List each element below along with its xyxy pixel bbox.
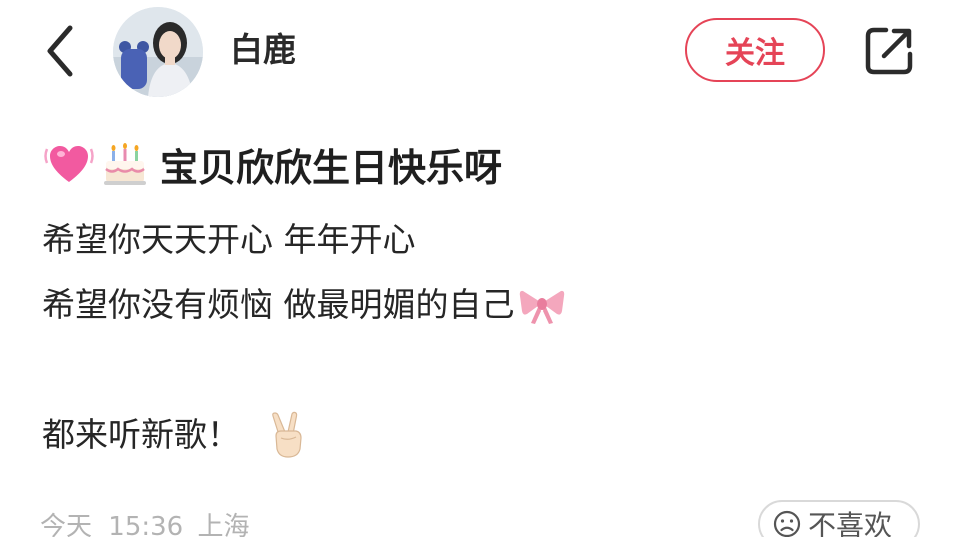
- post-date: 今天: [40, 512, 93, 537]
- post-location: 上海: [197, 512, 250, 537]
- post-body-line: 都来听新歌！: [42, 411, 312, 459]
- dislike-button[interactable]: 不喜欢: [758, 500, 920, 537]
- post-body-line: 希望你没有烦恼 做最明媚的自己: [42, 283, 567, 327]
- author-name[interactable]: 白鹿: [230, 28, 296, 72]
- post-page: 白鹿 关注 宝贝欣欣生日快乐呀 希望你天天开心 年年开心 希望你没有烦恼 做最明…: [0, 0, 960, 537]
- ribbon-icon: [517, 283, 567, 327]
- body-line-text: 希望你天天开心 年年开心: [42, 220, 416, 259]
- growing-heart-icon: [44, 139, 94, 189]
- back-button[interactable]: [40, 22, 84, 80]
- body-line-text: 希望你没有烦恼 做最明媚的自己: [42, 285, 515, 324]
- follow-button-label: 关注: [725, 36, 785, 71]
- follow-button[interactable]: 关注: [685, 18, 825, 82]
- share-icon: [865, 27, 913, 75]
- post-meta: 今天 15:36 上海: [40, 506, 250, 537]
- share-button[interactable]: [862, 24, 916, 78]
- post-body-line: 希望你天天开心 年年开心: [42, 218, 416, 262]
- frown-face-icon: [773, 510, 801, 537]
- dislike-button-label: 不喜欢: [808, 509, 893, 537]
- author-avatar[interactable]: [113, 7, 203, 97]
- post-time: 15:36: [108, 512, 184, 537]
- post-title-text: 宝贝欣欣生日快乐呀: [160, 145, 503, 190]
- post-title: 宝贝欣欣生日快乐呀: [44, 137, 502, 191]
- victory-hand-icon: [264, 411, 312, 459]
- avatar-image: [113, 7, 203, 97]
- back-chevron-icon: [47, 25, 73, 77]
- body-line-text: 都来听新歌！: [42, 415, 240, 454]
- birthday-cake-icon: [100, 139, 150, 189]
